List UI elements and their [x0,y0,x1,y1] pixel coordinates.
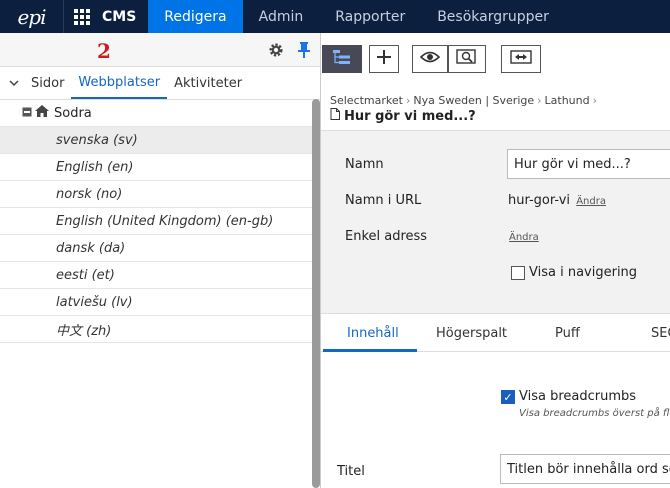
url-name-value: hur-gor-vi Ändra [508,193,606,208]
nav-redigera[interactable]: Redigera [148,0,243,33]
content-tabs: Innehåll Högerspalt Puff SEO [321,316,670,352]
arrows-horizontal-icon [510,50,532,68]
tab-webbplatser[interactable]: Webbplatser [71,67,168,99]
chevron-down-icon[interactable] [4,67,24,99]
preview-button[interactable] [412,45,448,73]
tab-aktiviteter[interactable]: Aktiviteter [167,67,249,99]
annotation-number: 2 [97,39,111,63]
navigation-pane: 2 Sidor Webbplatser Aktiviteter Sodra sv… [0,33,320,488]
editing-pane: Selectmarket › Nya Sweden | Sverige › Lathun… [320,33,670,488]
name-label: Namn [345,157,384,172]
pane-toolbar: 2 [0,33,320,67]
nav-rapporter[interactable]: Rapporter [319,0,421,33]
site-language-row[interactable]: svenska (sv) [0,127,320,154]
tab-innehall[interactable]: Innehåll [347,326,399,341]
tree-root-sodra[interactable]: Sodra [0,100,320,127]
tree-icon [332,49,352,69]
tab-seo[interactable]: SEO [651,326,670,341]
tab-hogerspalt[interactable]: Högerspalt [436,326,507,341]
toggle-tree-button[interactable] [322,45,362,73]
home-icon [35,105,49,121]
tab-sidor[interactable]: Sidor [24,67,71,99]
site-language-row[interactable]: 中文 (zh) [0,316,320,343]
logo-text: epi [17,4,46,29]
show-in-nav-label: Visa i navigering [529,265,638,280]
change-simple-address-link[interactable]: Ändra [509,232,539,243]
url-name-text: hur-gor-vi [508,193,571,208]
pane-tabs: Sidor Webbplatser Aktiviteter [0,67,320,100]
simple-address-label: Enkel adress [345,229,428,244]
show-in-nav-row: Visa i navigering [511,265,637,280]
pane-scrollbar[interactable] [312,99,320,488]
site-language-row[interactable]: latviešu (lv) [0,289,320,316]
site-language-row[interactable]: English (United Kingdom) (en-gb) [0,208,320,235]
title-label: Titel [337,464,365,479]
swap-view-button[interactable] [501,45,541,73]
plus-icon [376,49,392,69]
epi-logo[interactable]: epi [0,0,64,33]
editor-toolbar [321,33,670,89]
breadcrumb: Selectmarket › Nya Sweden | Sverige › Lathun… [330,94,598,107]
eye-icon [419,51,441,67]
pin-icon[interactable] [297,41,311,63]
show-breadcrumbs-row: ✓ Visa breadcrumbs [501,389,636,404]
breadcrumb-item[interactable]: Lathund [545,94,590,107]
show-breadcrumbs-help: Visa breadcrumbs överst på flera [519,408,670,419]
tab-puff[interactable]: Puff [555,326,580,341]
simple-address-value: Ändra [509,229,539,244]
page-title-text: Hur gör vi med...? [344,108,476,124]
show-breadcrumbs-label: Visa breadcrumbs [519,389,637,404]
name-input[interactable]: Hur gör vi med...? [507,149,670,179]
compare-view-button[interactable] [448,45,486,73]
site-language-row[interactable]: dansk (da) [0,235,320,262]
show-in-nav-checkbox[interactable] [511,265,525,280]
show-breadcrumbs-checkbox[interactable]: ✓ [501,389,515,404]
change-url-link[interactable]: Ändra [576,196,606,207]
breadcrumb-item[interactable]: Selectmarket [330,94,403,107]
title-input[interactable]: Titlen bör innehålla ord som [500,454,670,484]
breadcrumb-item[interactable]: Nya Sweden | Sverige [413,94,534,107]
page-title: Hur gör vi med...? [330,108,476,124]
gear-icon[interactable] [268,42,284,62]
app-name: CMS [102,8,137,25]
site-language-row[interactable]: English (en) [0,154,320,181]
content-area: ✓ Visa breadcrumbs Visa breadcrumbs över… [321,352,670,488]
site-language-row[interactable]: eesti (et) [0,262,320,289]
page-properties: Namn Hur gör vi med...? Namn i URL hur-g… [321,130,670,314]
top-navigation-bar: epi CMS Redigera Admin Rapporter Besökar… [0,0,670,33]
url-name-label: Namn i URL [345,193,422,208]
app-grid-icon[interactable] [64,0,94,33]
collapse-icon[interactable] [22,106,32,121]
site-language-row[interactable]: norsk (no) [0,181,320,208]
add-button[interactable] [369,45,399,73]
tree-root-label: Sodra [54,105,92,121]
nav-besokargrupper[interactable]: Besökargrupper [421,0,565,33]
magnify-page-icon [456,49,478,69]
document-icon [330,108,340,124]
nav-admin[interactable]: Admin [243,0,320,33]
